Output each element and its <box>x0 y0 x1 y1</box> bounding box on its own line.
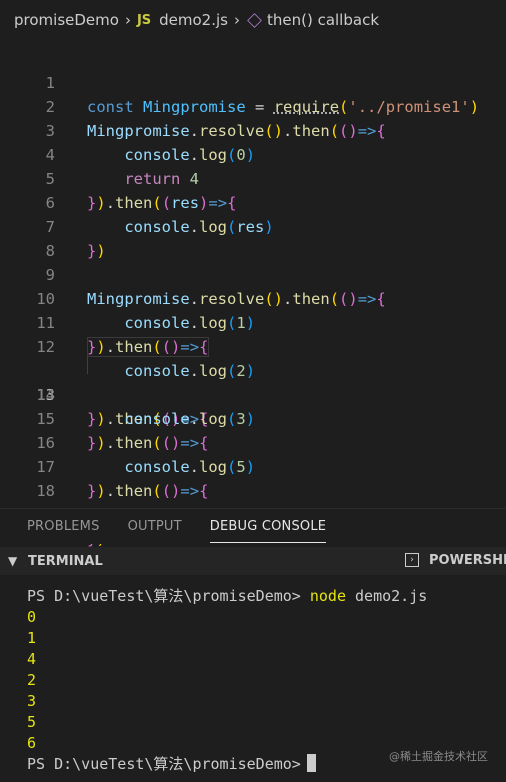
breadcrumb: promiseDemo › JS demo2.js › then() callb… <box>0 0 506 40</box>
code-line[interactable]: 12 console.log(2) <box>0 311 506 380</box>
breadcrumb-file[interactable]: demo2.js <box>159 11 228 29</box>
watermark: @稀土掘金技术社区 <box>389 750 488 763</box>
code-line[interactable]: 2 Mingpromise.resolve().then(()=>{ <box>0 71 506 140</box>
code-line[interactable]: 14 console.log(3) <box>0 359 506 428</box>
terminal-prompt: PS D:\vueTest\算法\promiseDemo> <box>27 755 301 773</box>
code-line[interactable]: 5 }).then((res)=>{ <box>0 143 506 212</box>
current-line-highlight <box>87 337 209 357</box>
code-line[interactable]: 9 Mingpromise.resolve().then(()=>{ <box>0 239 506 308</box>
terminal-shell-icon: › <box>405 553 419 567</box>
terminal-prompt: PS D:\vueTest\算法\promiseDemo> <box>27 587 301 605</box>
terminal-output-line: 0 <box>27 608 37 626</box>
javascript-file-icon: JS <box>136 12 152 28</box>
code-line[interactable]: 10 console.log(1) <box>0 263 506 332</box>
chevron-right-icon: › <box>124 11 131 29</box>
terminal-output-line: 2 <box>27 671 37 689</box>
terminal-header[interactable]: ▼ TERMINAL › POWERSHELL <box>0 547 506 575</box>
code-editor[interactable]: 1 const Mingpromise = require('../promis… <box>0 40 506 548</box>
panel-tab-bar: PROBLEMS OUTPUT DEBUG CONSOLE <box>0 508 506 544</box>
code-line[interactable]: 16 console.log(5) <box>0 407 506 476</box>
code-line[interactable]: 7 }) <box>0 191 506 260</box>
method-symbol-icon <box>247 12 262 28</box>
terminal-command-arg: demo2.js <box>355 587 428 605</box>
shell-label[interactable]: POWERSHELL <box>429 547 506 575</box>
code-line[interactable]: 17 }).then(()=>{ <box>0 431 506 500</box>
terminal-title: TERMINAL <box>28 553 103 569</box>
code-line[interactable]: 11 }).then(()=>{ <box>0 287 506 356</box>
code-line[interactable]: 6 console.log(res) <box>0 167 506 236</box>
code-line[interactable]: 1 const Mingpromise = require('../promis… <box>0 47 506 116</box>
code-line[interactable]: 15 }).then(()=>{ <box>0 383 506 452</box>
code-line-active[interactable]: 13 }).then(()=>{ <box>0 335 506 428</box>
code-line[interactable]: 4 return 4 <box>0 119 506 188</box>
chevron-down-icon[interactable]: ▼ <box>8 554 22 568</box>
terminal-output-line: 1 <box>27 629 37 647</box>
breadcrumb-folder[interactable]: promiseDemo <box>14 11 119 29</box>
terminal-output-line: 3 <box>27 692 37 710</box>
code-line[interactable]: 18 console.log(6) <box>0 455 506 524</box>
code-line[interactable]: 8 <box>0 215 506 260</box>
code-line[interactable]: 19 }) <box>0 479 506 548</box>
breadcrumb-symbol[interactable]: then() callback <box>267 11 379 29</box>
tab-output[interactable]: OUTPUT <box>128 509 182 545</box>
terminal-command: node <box>309 587 346 605</box>
terminal-output-line: 5 <box>27 713 37 731</box>
terminal-command-line: PS D:\vueTest\算法\promiseDemo> node demo2… <box>27 586 427 607</box>
tab-problems[interactable]: PROBLEMS <box>27 509 100 545</box>
terminal-cursor <box>306 754 316 772</box>
tab-debug-console[interactable]: DEBUG CONSOLE <box>209 509 327 545</box>
terminal[interactable]: PS D:\vueTest\算法\promiseDemo> node demo2… <box>0 575 506 782</box>
terminal-output-line: 6 <box>27 734 37 752</box>
code-line[interactable]: 3 console.log(0) <box>0 95 506 164</box>
terminal-output-line: 4 <box>27 650 37 668</box>
terminal-prompt-line[interactable]: PS D:\vueTest\算法\promiseDemo> <box>27 754 316 775</box>
chevron-right-icon: › <box>233 11 240 29</box>
